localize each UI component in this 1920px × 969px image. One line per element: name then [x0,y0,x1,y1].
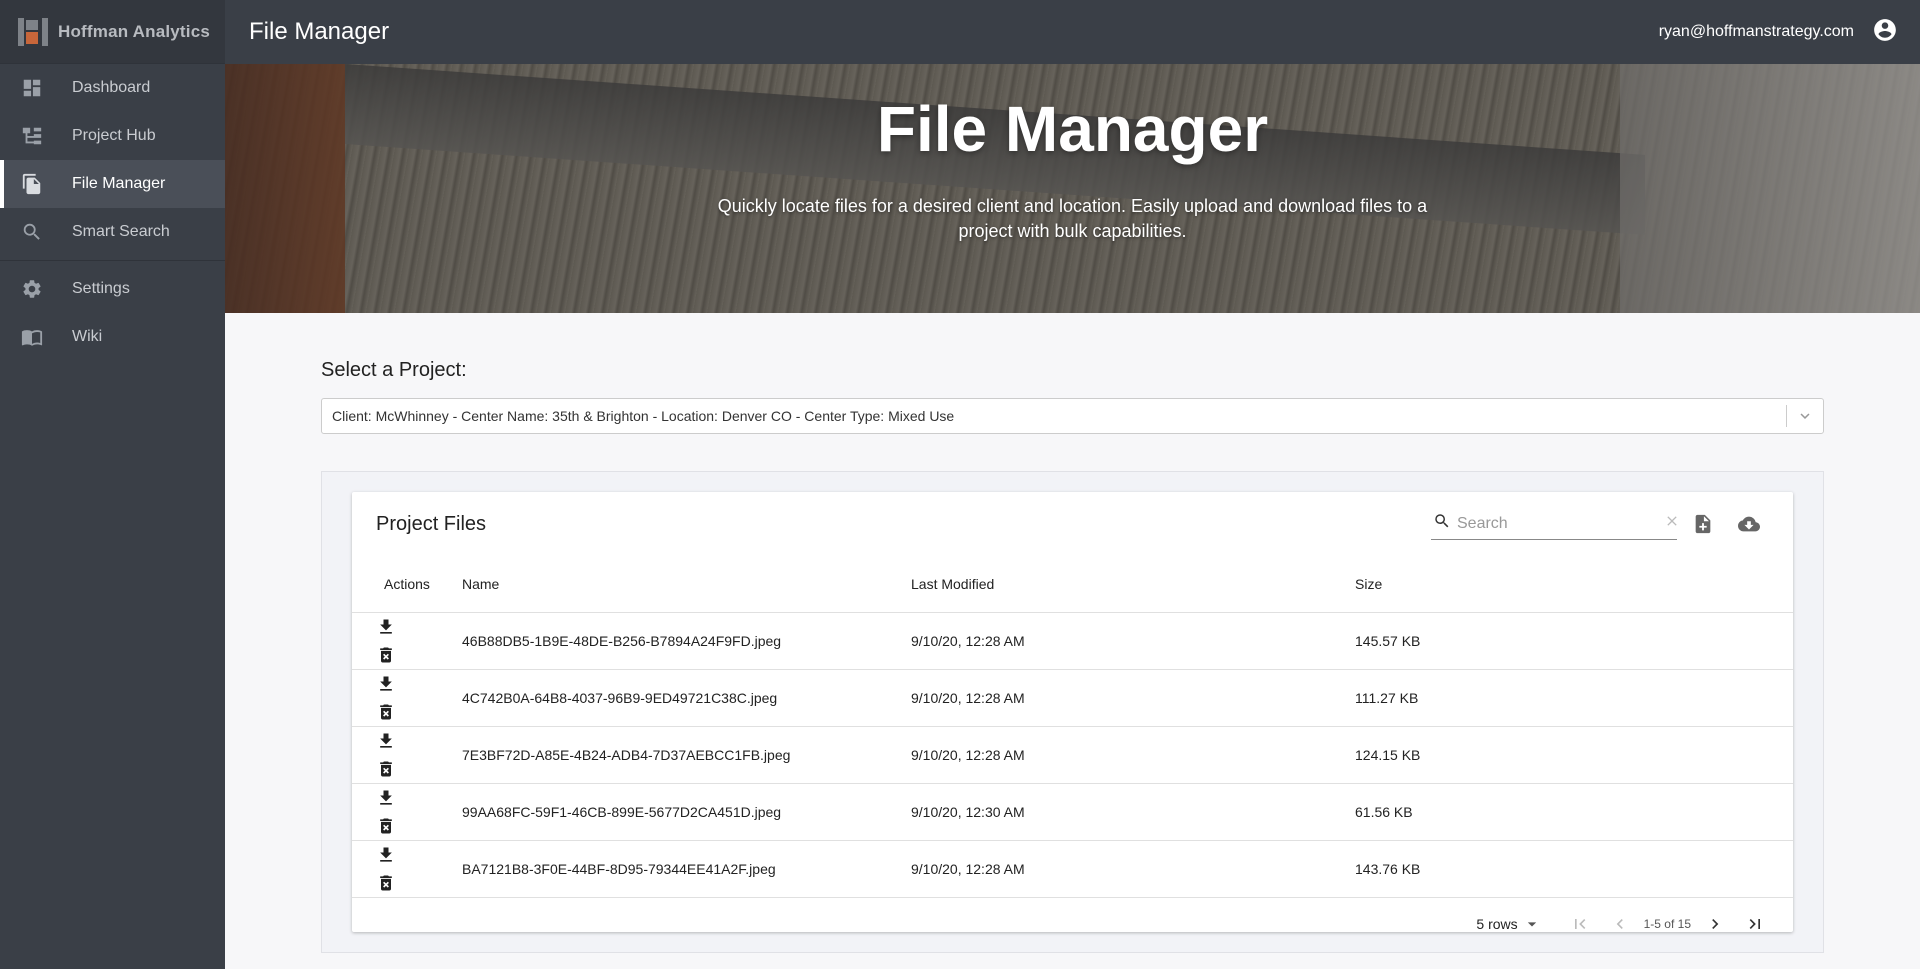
main-content: Select a Project: Client: McWhinney - Ce… [225,313,1920,969]
brand-name: Hoffman Analytics [58,21,211,41]
file-name: 46B88DB5-1B9E-48DE-B256-B7894A24F9FD.jpe… [462,612,911,670]
next-page-button[interactable] [1695,904,1735,944]
sidebar-item-dashboard[interactable]: Dashboard [0,64,225,112]
download-icon[interactable] [372,613,400,641]
column-header-size[interactable]: Size [1355,556,1793,613]
file-size: 145.57 KB [1355,612,1793,670]
file-last-modified: 9/10/20, 12:30 AM [911,783,1355,841]
table-row: BA7121B8-3F0E-44BF-8D95-79344EE41A2F.jpe… [352,840,1793,898]
hero-title: File Manager [876,93,1269,165]
cloud-download-icon [1738,516,1760,532]
first-page-button[interactable] [1560,904,1600,944]
download-icon[interactable] [372,784,400,812]
rows-per-page-select[interactable]: 5 rows [1476,914,1541,934]
page-title: File Manager [249,18,390,45]
sidebar-item-settings[interactable]: Settings [0,265,225,313]
card-title: Project Files [376,512,487,535]
sidebar-item-label: File Manager [72,175,166,192]
download-icon[interactable] [372,727,400,755]
download-icon[interactable] [372,841,400,869]
sidebar-item-wiki[interactable]: Wiki [0,313,225,361]
card-header: Project Files [352,492,1793,556]
file-name: BA7121B8-3F0E-44BF-8D95-79344EE41A2F.jpe… [462,840,911,898]
gear-icon [20,277,44,301]
delete-icon[interactable] [372,869,400,897]
note-add-icon [1695,514,1711,534]
book-icon [20,325,44,349]
row-actions [352,783,462,841]
user-email[interactable]: ryan@hoffmanstrategy.com [1659,23,1854,41]
brand[interactable]: Hoffman Analytics [0,0,225,64]
previous-page-button[interactable] [1600,904,1640,944]
sidebar-item-label: Project Hub [72,127,156,144]
project-select-value: Client: McWhinney - Center Name: 35th & … [332,408,955,424]
last-page-button[interactable] [1735,904,1775,944]
top-bar: File Manager ryan@hoffmanstrategy.com [225,0,1920,64]
table-row: 46B88DB5-1B9E-48DE-B256-B7894A24F9FD.jpe… [352,612,1793,670]
table-pagination: 5 rows 1-5 of 15 [352,898,1793,950]
account-circle-icon[interactable] [1872,17,1898,48]
clear-icon[interactable] [1664,513,1684,534]
column-header-last-modified[interactable]: Last Modified [911,556,1355,613]
hero-banner: File Manager Quickly locate files for a … [225,64,1920,313]
file-size: 111.27 KB [1355,669,1793,727]
column-header-actions: Actions [352,556,462,613]
sidebar-nav: Dashboard Project Hub File Manager Smart… [0,64,225,361]
project-select[interactable]: Client: McWhinney - Center Name: 35th & … [321,398,1824,434]
delete-icon[interactable] [372,755,400,783]
add-file-button[interactable] [1683,504,1723,544]
file-size: 143.76 KB [1355,840,1793,898]
select-project-label: Select a Project: [321,359,467,381]
arrow-drop-down-icon [1527,921,1536,926]
table-row: 4C742B0A-64B8-4037-96B9-9ED49721C38C.jpe… [352,669,1793,727]
chevron-down-icon[interactable] [1787,407,1823,425]
row-actions [352,726,462,784]
row-actions [352,612,462,670]
table-header-row: Actions Name Last Modified Size [352,556,1793,613]
file-last-modified: 9/10/20, 12:28 AM [911,840,1355,898]
column-header-name[interactable]: Name [462,556,911,613]
search-icon [20,220,44,244]
file-name: 4C742B0A-64B8-4037-96B9-9ED49721C38C.jpe… [462,669,911,727]
table-row: 99AA68FC-59F1-46CB-899E-5677D2CA451D.jpe… [352,783,1793,841]
cloud-download-button[interactable] [1729,504,1769,544]
table-row: 7E3BF72D-A85E-4B24-ADB4-7D37AEBCC1FB.jpe… [352,726,1793,784]
file-last-modified: 9/10/20, 12:28 AM [911,612,1355,670]
project-files-card: Project Files Actions Name [352,492,1793,932]
delete-icon[interactable] [372,641,400,669]
search-field [1431,508,1677,540]
sidebar-item-file-manager[interactable]: File Manager [0,160,225,208]
delete-icon[interactable] [372,698,400,726]
hub-icon [20,124,44,148]
file-copy-icon [20,172,44,196]
sidebar-item-label: Settings [72,280,130,297]
files-panel: Project Files Actions Name [321,471,1824,953]
row-actions [352,669,462,727]
file-last-modified: 9/10/20, 12:28 AM [911,669,1355,727]
page-range: 1-5 of 15 [1643,916,1691,931]
user-area: ryan@hoffmanstrategy.com [1659,17,1898,48]
hero-subtitle: Quickly locate files for a desired clien… [717,196,1428,241]
brand-logo [18,17,48,46]
search-icon [1431,512,1457,535]
file-size: 124.15 KB [1355,726,1793,784]
sidebar-divider [0,260,225,261]
download-icon[interactable] [372,670,400,698]
delete-icon[interactable] [372,812,400,840]
files-table: Actions Name Last Modified Size 46B88DB5… [352,556,1793,898]
sidebar-item-label: Dashboard [72,79,151,96]
dashboard-icon [20,76,44,100]
row-actions [352,840,462,898]
sidebar-item-label: Smart Search [72,223,170,240]
file-size: 61.56 KB [1355,783,1793,841]
sidebar-item-smart-search[interactable]: Smart Search [0,208,225,256]
file-name: 99AA68FC-59F1-46CB-899E-5677D2CA451D.jpe… [462,783,911,841]
sidebar: Hoffman Analytics Dashboard Project Hub … [0,0,225,969]
search-input[interactable] [1457,514,1664,533]
sidebar-item-label: Wiki [72,328,103,345]
rows-per-page-value: 5 rows [1476,915,1518,932]
file-last-modified: 9/10/20, 12:28 AM [911,726,1355,784]
file-name: 7E3BF72D-A85E-4B24-ADB4-7D37AEBCC1FB.jpe… [462,726,911,784]
sidebar-item-project-hub[interactable]: Project Hub [0,112,225,160]
